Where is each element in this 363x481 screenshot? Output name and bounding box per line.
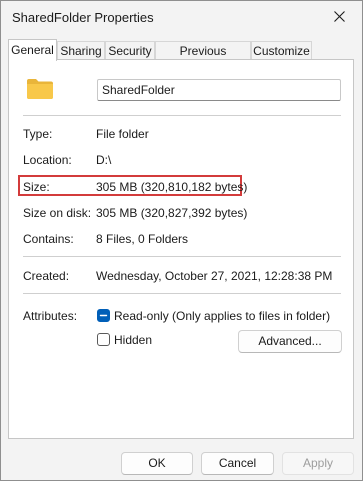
tab-customize[interactable]: Customize bbox=[251, 41, 312, 60]
tab-general[interactable]: General bbox=[8, 39, 57, 61]
type-label: Type: bbox=[23, 127, 53, 141]
properties-dialog: SharedFolder Properties General Sharing … bbox=[0, 0, 363, 481]
contains-value: 8 Files, 0 Folders bbox=[96, 232, 189, 246]
folder-icon bbox=[27, 79, 53, 99]
ok-button[interactable]: OK bbox=[121, 452, 193, 475]
contains-label: Contains: bbox=[23, 232, 74, 246]
location-value: D:\ bbox=[96, 153, 112, 167]
readonly-checkbox[interactable] bbox=[97, 309, 110, 322]
tab-previous-versions[interactable]: Previous Versions bbox=[155, 41, 251, 76]
location-label: Location: bbox=[23, 153, 72, 167]
type-value: File folder bbox=[96, 127, 149, 141]
tab-sharing[interactable]: Sharing bbox=[57, 41, 105, 60]
created-label: Created: bbox=[23, 269, 70, 283]
separator bbox=[23, 256, 341, 257]
folder-name-input[interactable] bbox=[97, 79, 341, 101]
checkmark-icon bbox=[99, 314, 108, 317]
size-value: 305 MB (320,810,182 bytes) bbox=[96, 180, 248, 194]
attributes-label: Attributes: bbox=[23, 309, 78, 323]
size-label: Size: bbox=[23, 180, 50, 194]
window-title: SharedFolder Properties bbox=[12, 10, 154, 25]
readonly-label[interactable]: Read-only (Only applies to files in fold… bbox=[114, 309, 330, 323]
tab-security[interactable]: Security bbox=[105, 41, 155, 60]
close-button[interactable] bbox=[317, 1, 362, 32]
separator bbox=[23, 293, 341, 294]
close-icon bbox=[334, 11, 345, 22]
hidden-checkbox[interactable] bbox=[97, 333, 110, 346]
separator bbox=[23, 115, 341, 116]
size-on-disk-value: 305 MB (320,827,392 bytes) bbox=[96, 206, 248, 220]
apply-button[interactable]: Apply bbox=[282, 452, 354, 475]
hidden-label[interactable]: Hidden bbox=[114, 333, 152, 347]
title-bar[interactable]: SharedFolder Properties bbox=[1, 1, 362, 34]
size-on-disk-label: Size on disk: bbox=[23, 206, 92, 220]
general-tab-panel: Type: File folder Location: D:\ Size: 30… bbox=[8, 59, 354, 439]
advanced-button[interactable]: Advanced... bbox=[238, 330, 342, 353]
cancel-button[interactable]: Cancel bbox=[201, 452, 274, 475]
created-value: Wednesday, October 27, 2021, 12:28:38 PM bbox=[96, 269, 333, 283]
